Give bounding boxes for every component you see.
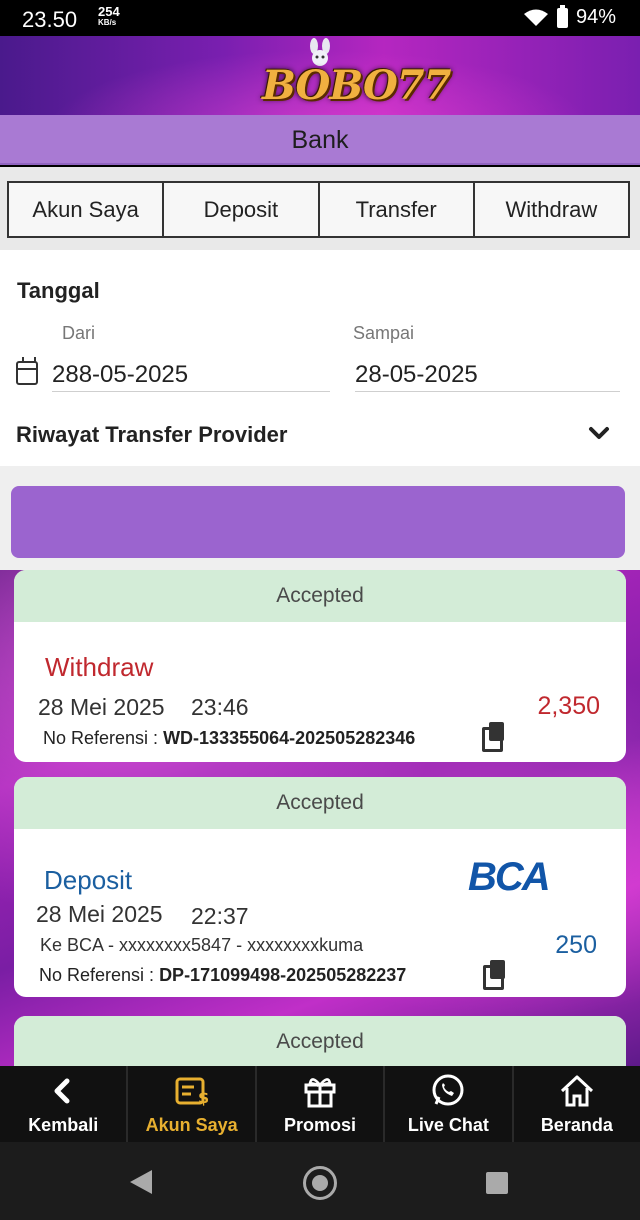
back-icon[interactable] <box>130 1170 152 1194</box>
reference-number: No Referensi : WD-133355064-202505282346 <box>43 728 415 749</box>
gift-icon <box>304 1078 336 1108</box>
whatsapp-icon <box>432 1074 464 1106</box>
nav-label: Beranda <box>540 1115 613 1135</box>
history-type-select[interactable]: Riwayat Transfer Provider <box>16 422 287 448</box>
chevron-down-icon[interactable] <box>588 422 610 444</box>
brand-logo[interactable]: BOBO77 <box>262 62 451 109</box>
battery-icon <box>556 4 568 28</box>
home-button-icon[interactable] <box>303 1166 337 1200</box>
transaction-list[interactable]: Accepted Withdraw 28 Mei 2025 23:46 2,35… <box>0 570 640 1066</box>
network-speed: 254 KB/s <box>98 5 120 28</box>
tab-transfer[interactable]: Transfer <box>319 183 475 236</box>
tab-withdraw[interactable]: Withdraw <box>474 183 628 236</box>
bca-bank-logo: BCA <box>468 855 551 899</box>
wifi-icon <box>523 9 548 26</box>
nav-label: Kembali <box>28 1115 99 1135</box>
system-nav-bar <box>0 1142 640 1220</box>
reference-value: DP-171099498-202505282237 <box>159 965 407 985</box>
tab-akun-saya[interactable]: Akun Saya <box>9 183 165 236</box>
filter-panel: Tanggal Dari Sampai Riwayat Transfer Pro… <box>0 250 640 466</box>
date-to-field[interactable] <box>355 358 620 392</box>
dari-label: Dari <box>62 323 96 343</box>
transaction-amount: 250 <box>555 931 597 959</box>
status-badge: Accepted <box>14 1016 626 1066</box>
tab-deposit[interactable]: Deposit <box>164 183 320 236</box>
chevron-left-icon <box>54 1078 70 1104</box>
nav-label: Promosi <box>284 1115 357 1135</box>
calendar-icon[interactable] <box>16 357 38 385</box>
nav-kembali[interactable]: Kembali <box>0 1066 129 1142</box>
transaction-amount: 2,350 <box>537 692 600 720</box>
home-icon <box>560 1075 593 1107</box>
reference-label: No Referensi : <box>39 965 160 985</box>
nav-akun-saya[interactable]: $ Akun Saya <box>128 1066 257 1142</box>
status-badge: Accepted <box>14 570 626 622</box>
nav-promosi[interactable]: Promosi <box>257 1066 386 1142</box>
transaction-type: Withdraw <box>45 652 154 682</box>
clock: 23.50 <box>22 7 78 32</box>
status-bar: 23.50 254 KB/s 94% <box>0 0 640 36</box>
battery-level: 94% <box>575 6 616 28</box>
recent-apps-icon[interactable] <box>486 1172 508 1194</box>
nav-beranda[interactable]: Beranda <box>514 1066 640 1142</box>
reference-number: No Referensi : DP-171099498-202505282237 <box>39 965 406 986</box>
wallet-icon: $ <box>175 1077 209 1107</box>
submit-button[interactable] <box>11 486 625 558</box>
title-bar: Bank <box>0 115 640 165</box>
transaction-time: 23:46 <box>191 694 249 720</box>
nav-live-chat[interactable]: Live Chat <box>385 1066 514 1142</box>
transaction-card[interactable]: Accepted <box>14 1016 626 1066</box>
submit-area <box>0 466 640 570</box>
transaction-time: 22:37 <box>191 903 249 929</box>
page-title: Bank <box>291 126 349 154</box>
reference-value: WD-133355064-202505282346 <box>163 728 416 748</box>
reference-label: No Referensi : <box>43 728 164 748</box>
transaction-type: Deposit <box>44 865 133 895</box>
tabs-container: Akun Saya Deposit Transfer Withdraw <box>0 167 640 250</box>
status-badge: Accepted <box>14 777 626 829</box>
sampai-label: Sampai <box>353 323 415 343</box>
bottom-nav: Kembali $ Akun Saya Promosi Live Chat Be… <box>0 1066 640 1142</box>
tanggal-label: Tanggal <box>17 278 100 303</box>
transaction-card-deposit[interactable]: Accepted Deposit BCA 28 Mei 2025 22:37 K… <box>14 777 626 997</box>
status-right: 94% <box>523 4 616 29</box>
nav-label: Live Chat <box>407 1115 489 1135</box>
copy-icon[interactable] <box>483 960 505 990</box>
date-from-field[interactable] <box>52 358 330 392</box>
transaction-card-withdraw[interactable]: Accepted Withdraw 28 Mei 2025 23:46 2,35… <box>14 570 626 762</box>
svg-text:$: $ <box>198 1088 209 1107</box>
app-header: BOBO77 <box>0 36 640 115</box>
copy-icon[interactable] <box>482 722 504 752</box>
destination-account: Ke BCA - xxxxxxxx5847 - xxxxxxxxkuma <box>40 935 364 955</box>
nav-label: Akun Saya <box>145 1115 238 1135</box>
transaction-date: 28 Mei 2025 <box>36 901 163 927</box>
tab-bar: Akun Saya Deposit Transfer Withdraw <box>7 181 630 238</box>
transaction-date: 28 Mei 2025 <box>38 694 165 720</box>
